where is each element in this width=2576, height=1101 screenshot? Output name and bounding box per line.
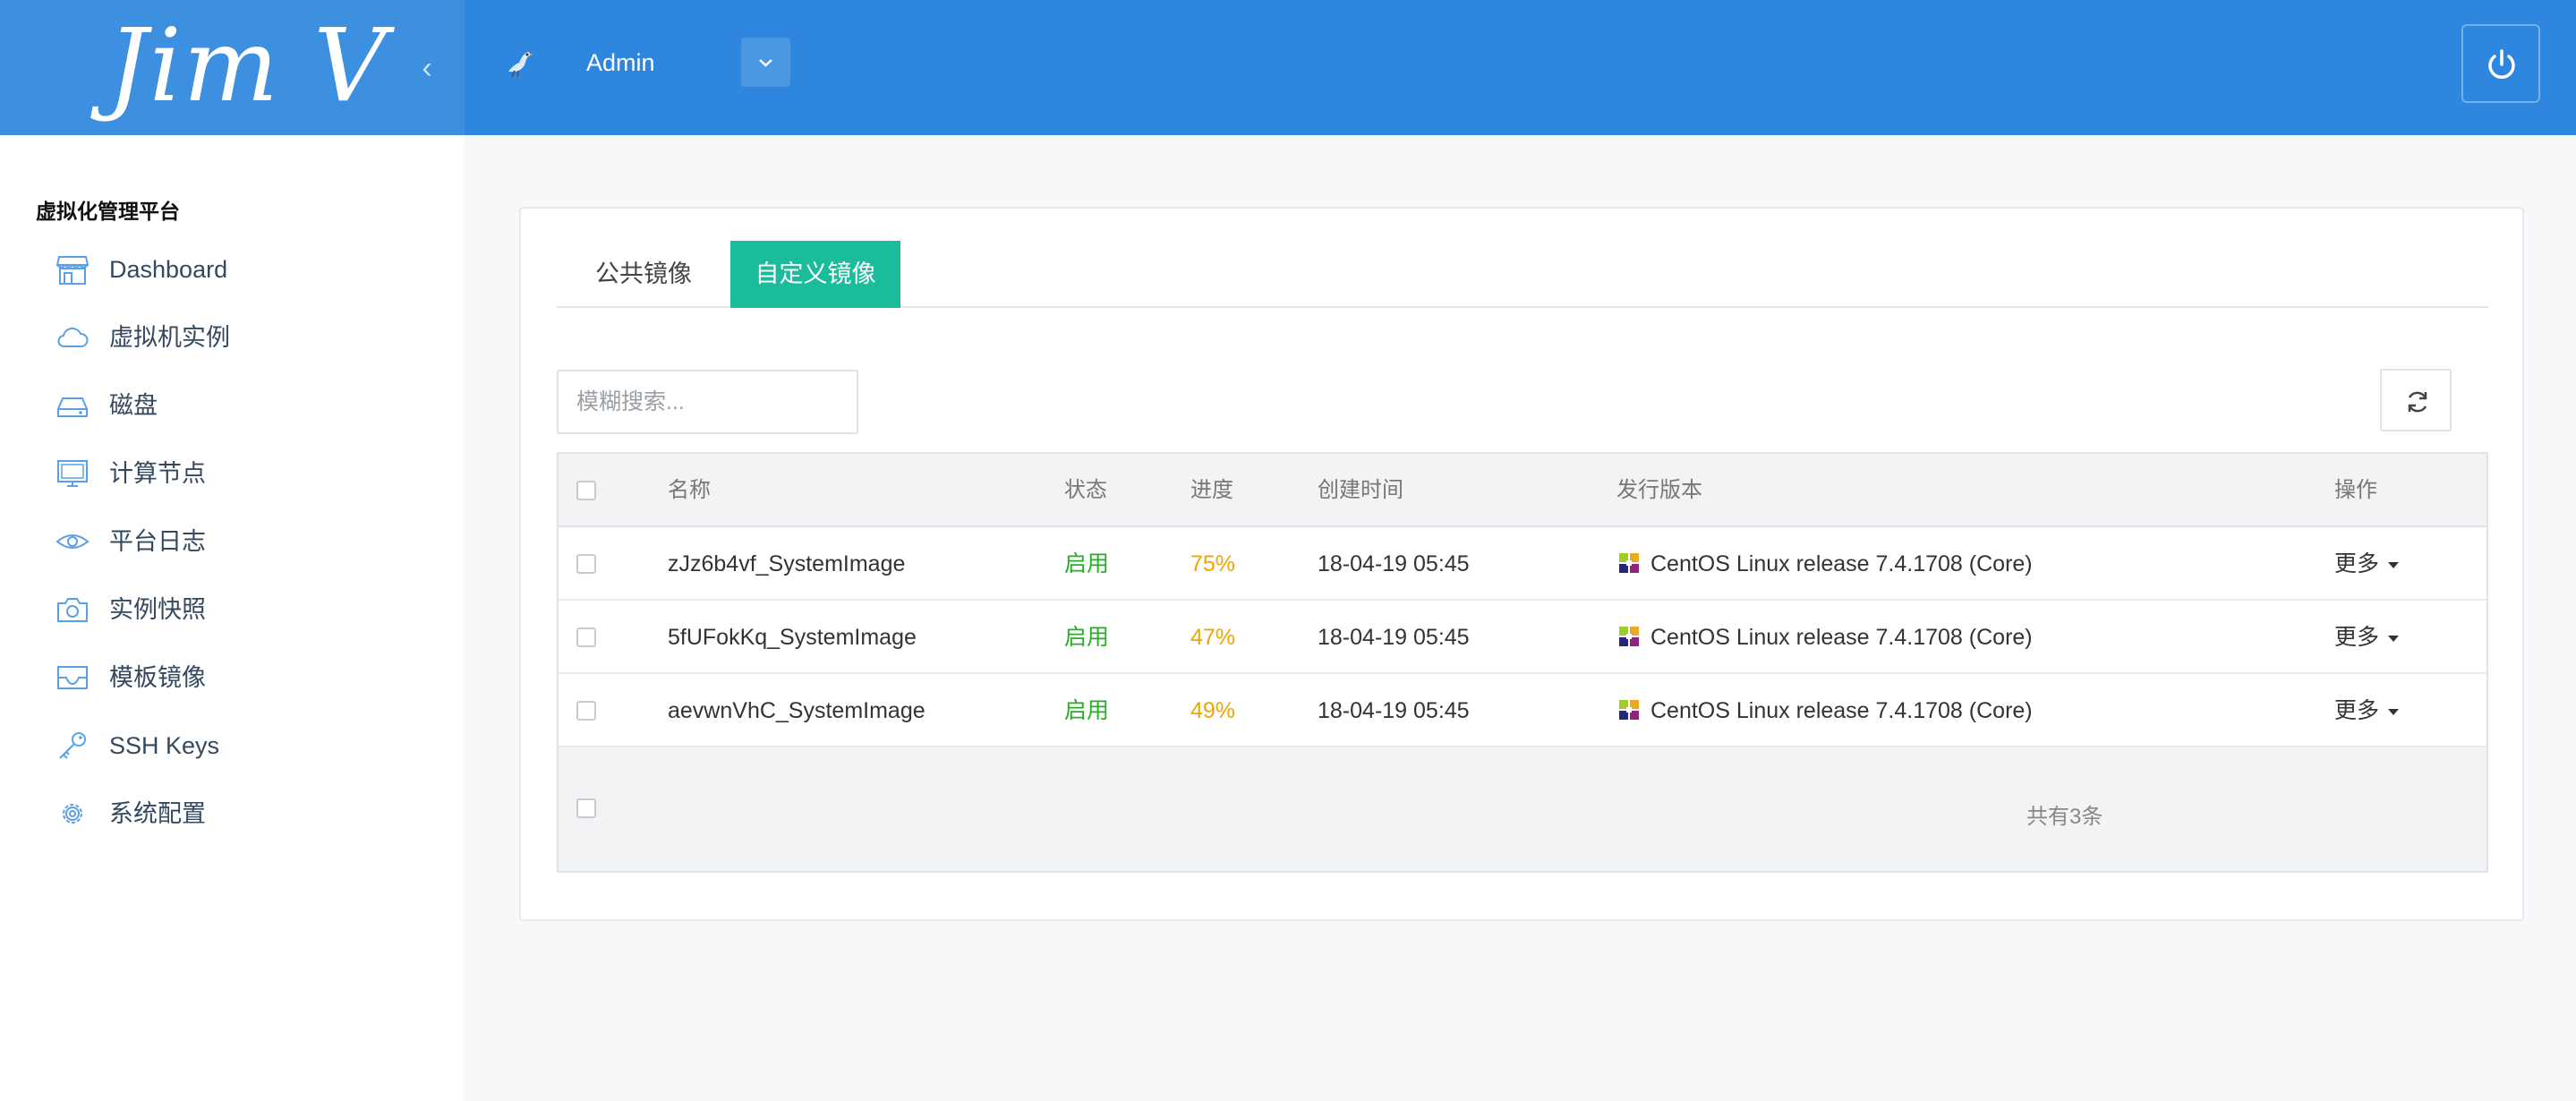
more-actions-label: 更多 — [2334, 698, 2380, 723]
column-header-os: 发行版本 — [1616, 478, 1702, 502]
camera-icon — [57, 598, 88, 622]
more-actions-label: 更多 — [2334, 551, 2380, 576]
user-name: Admin — [586, 49, 655, 76]
caret-down-icon — [2388, 708, 2400, 715]
more-actions-dropdown[interactable]: 更多 — [2334, 527, 2400, 601]
os-release: CentOS Linux release 7.4.1708 (Core) — [1616, 674, 2033, 747]
user-menu-dropdown[interactable] — [741, 38, 790, 87]
created-time: 18-04-19 05:45 — [1318, 698, 1470, 723]
image-name: zJz6b4vf_SystemImage — [668, 551, 906, 576]
column-header-status: 状态 — [1064, 478, 1107, 502]
column-header-progress: 进度 — [1190, 478, 1233, 502]
table-footer: 共有3条 — [559, 747, 2486, 871]
sidebar-item-label: Dashboard — [109, 256, 228, 283]
os-release: CentOS Linux release 7.4.1708 (Core) — [1616, 601, 2033, 674]
sidebar-item-settings[interactable]: 系统配置 — [55, 789, 414, 839]
search-input[interactable] — [557, 370, 858, 434]
status-badge: 启用 — [1064, 625, 1110, 650]
centos-logo-icon — [1619, 553, 1639, 574]
sidebar-item-label: 系统配置 — [109, 800, 206, 827]
sidebar-item-label: 模板镜像 — [109, 664, 206, 691]
tab-public-images[interactable]: 公共镜像 — [557, 241, 730, 308]
footer-select-all-checkbox[interactable] — [576, 798, 596, 818]
centos-logo-icon — [1619, 700, 1639, 721]
sidebar-item-compute-nodes[interactable]: 计算节点 — [55, 448, 414, 499]
sidebar-item-label: SSH Keys — [109, 732, 220, 759]
progress-value: 49% — [1190, 698, 1236, 723]
row-checkbox[interactable] — [576, 627, 596, 647]
sidebar-item-templates[interactable]: 模板镜像 — [55, 653, 414, 703]
sidebar-item-snapshots[interactable]: 实例快照 — [55, 585, 414, 635]
key-icon — [59, 732, 86, 759]
sidebar: 虚拟化管理平台 Dashboard 虚拟机实例 磁盘 计算节点 平台日志 实例快… — [0, 135, 465, 1101]
column-header-created: 创建时间 — [1318, 478, 1403, 502]
status-badge: 启用 — [1064, 698, 1110, 723]
os-release-text: CentOS Linux release 7.4.1708 (Core) — [1651, 551, 2033, 576]
sidebar-item-dashboard[interactable]: Dashboard — [55, 244, 414, 294]
os-release: CentOS Linux release 7.4.1708 (Core) — [1616, 527, 2033, 601]
progress-value: 75% — [1190, 551, 1236, 576]
sidebar-title: 虚拟化管理平台 — [36, 200, 180, 223]
sidebar-item-label: 磁盘 — [109, 392, 158, 419]
os-release-text: CentOS Linux release 7.4.1708 (Core) — [1651, 625, 2033, 650]
sidebar-item-label: 虚拟机实例 — [109, 324, 230, 351]
refresh-button[interactable] — [2380, 369, 2452, 431]
refresh-icon — [2408, 391, 2427, 413]
image-tabs: 公共镜像 自定义镜像 — [557, 241, 2488, 308]
collapse-sidebar-button[interactable]: ‹ — [414, 50, 440, 86]
status-badge: 启用 — [1064, 551, 1110, 576]
gear-icon — [63, 804, 82, 824]
select-all-checkbox[interactable] — [576, 481, 596, 500]
monitor-icon — [57, 460, 88, 487]
progress-value: 47% — [1190, 625, 1236, 650]
created-time: 18-04-19 05:45 — [1318, 625, 1470, 650]
sidebar-item-disk[interactable]: 磁盘 — [55, 380, 414, 431]
column-header-actions: 操作 — [2334, 478, 2377, 502]
image-name: 5fUFokKq_SystemImage — [668, 625, 917, 650]
image-name: aevwnVhC_SystemImage — [668, 698, 925, 723]
sidebar-item-platform-logs[interactable]: 平台日志 — [55, 516, 414, 567]
caret-down-icon — [2388, 561, 2400, 568]
chevron-down-icon — [759, 59, 772, 67]
created-time: 18-04-19 05:45 — [1318, 551, 1470, 576]
sidebar-item-label: 实例快照 — [109, 596, 206, 623]
tab-custom-images[interactable]: 自定义镜像 — [730, 241, 900, 308]
more-actions-dropdown[interactable]: 更多 — [2334, 601, 2400, 674]
sidebar-item-label: 平台日志 — [109, 528, 206, 555]
os-release-text: CentOS Linux release 7.4.1708 (Core) — [1651, 698, 2033, 723]
table-header: 名称 状态 进度 创建时间 发行版本 操作 — [559, 454, 2486, 527]
caret-down-icon — [2388, 635, 2400, 642]
images-panel: 公共镜像 自定义镜像 名称 状态 进度 创建时间 发行版本 操作 zJz6b4v… — [519, 207, 2524, 921]
inbox-icon — [57, 666, 88, 689]
centos-logo-icon — [1619, 627, 1639, 647]
total-count: 共有3条 — [2026, 805, 2103, 829]
table-row[interactable]: zJz6b4vf_SystemImage 启用 75% 18-04-19 05:… — [559, 527, 2486, 601]
power-icon — [2488, 49, 2515, 79]
disk-icon — [57, 397, 88, 417]
column-header-name: 名称 — [668, 478, 711, 502]
brand-area: Jim V ‹ — [0, 0, 465, 135]
row-checkbox[interactable] — [576, 701, 596, 721]
bird-avatar-icon — [508, 52, 533, 78]
sidebar-item-instances[interactable]: 虚拟机实例 — [55, 312, 414, 363]
logout-button[interactable] — [2461, 24, 2540, 103]
more-actions-dropdown[interactable]: 更多 — [2334, 674, 2400, 747]
table-row[interactable]: aevwnVhC_SystemImage 启用 49% 18-04-19 05:… — [559, 674, 2486, 747]
cloud-icon — [57, 327, 89, 347]
sidebar-item-label: 计算节点 — [109, 460, 206, 487]
table-row[interactable]: 5fUFokKq_SystemImage 启用 47% 18-04-19 05:… — [559, 601, 2486, 674]
images-table: 名称 状态 进度 创建时间 发行版本 操作 zJz6b4vf_SystemIma… — [557, 452, 2488, 873]
logo: Jim V — [107, 8, 388, 124]
eye-icon — [55, 534, 90, 549]
store-icon — [55, 256, 90, 285]
row-checkbox[interactable] — [576, 554, 596, 574]
sidebar-item-ssh-keys[interactable]: SSH Keys — [55, 721, 414, 771]
more-actions-label: 更多 — [2334, 625, 2380, 650]
top-bar: Jim V ‹ Admin — [0, 0, 2576, 135]
